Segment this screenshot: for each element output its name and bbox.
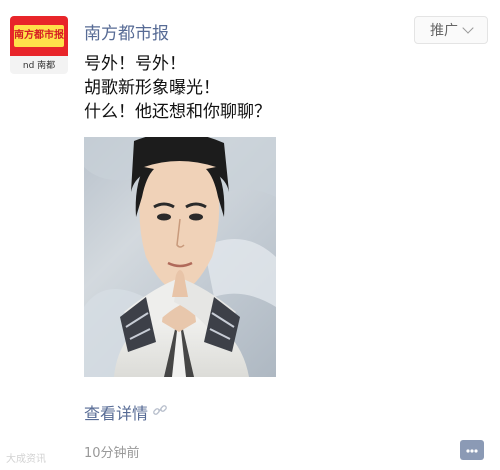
link-icon bbox=[152, 402, 168, 422]
comment-button[interactable] bbox=[460, 440, 484, 460]
account-avatar[interactable]: 南方都市报 nd 南都 bbox=[10, 16, 68, 74]
post-line: 什么！他还想和你聊聊？ bbox=[84, 102, 271, 122]
avatar-logo-subtext: nd 南都 bbox=[22, 61, 56, 71]
post-line: 号外！号外！ bbox=[84, 54, 186, 74]
comment-icon bbox=[464, 441, 480, 460]
watermark: 大成资讯 bbox=[6, 454, 46, 465]
post-timestamp: 10分钟前 bbox=[84, 446, 140, 461]
post-image[interactable] bbox=[84, 137, 276, 377]
post-text: 号外！号外！ 胡歌新形象曝光！ 什么！他还想和你聊聊？ bbox=[84, 52, 271, 124]
read-more-link[interactable]: 查看详情 bbox=[84, 400, 168, 424]
account-name[interactable]: 南方都市报 bbox=[84, 19, 169, 44]
chevron-down-icon bbox=[462, 22, 474, 34]
post-line: 胡歌新形象曝光！ bbox=[84, 78, 220, 98]
portrait-illustration bbox=[84, 137, 276, 377]
read-more-label: 查看详情 bbox=[84, 404, 149, 423]
promo-badge-label: 推广 bbox=[430, 23, 458, 39]
avatar-logo-text: 南方都市报 bbox=[14, 25, 64, 47]
promo-badge-button[interactable]: 推广 bbox=[414, 16, 488, 44]
